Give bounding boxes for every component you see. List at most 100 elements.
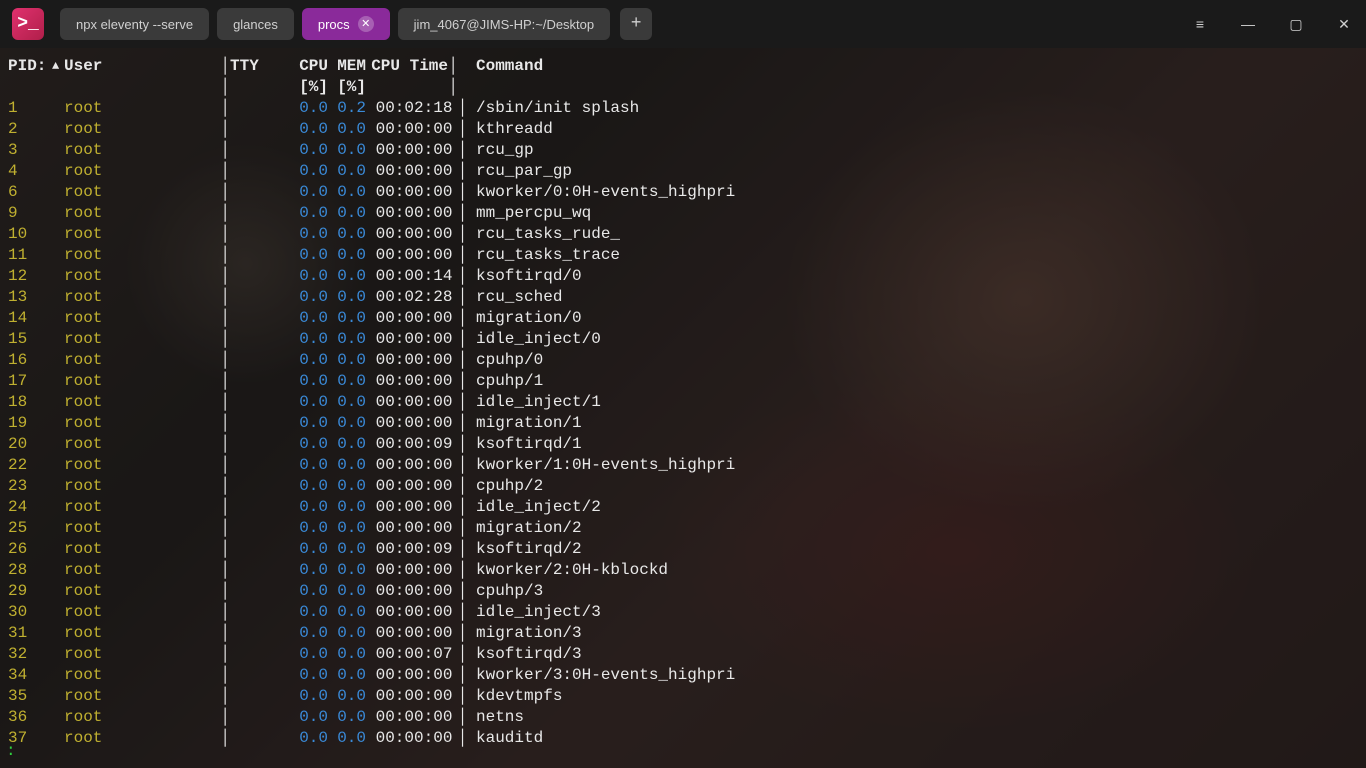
cell-command: /sbin/init splash	[458, 98, 639, 119]
cell-cputime: 00:00:14	[366, 266, 448, 287]
close-button[interactable]: ✕	[1334, 16, 1354, 33]
table-row[interactable]: 2root│0.00.0 00:00:00 │kthreadd	[4, 119, 1362, 140]
table-row[interactable]: 1root│0.00.2 00:02:18 │/sbin/init splash	[4, 98, 1362, 119]
cell-command: kthreadd	[458, 119, 553, 140]
column-separator: │	[220, 77, 230, 98]
column-separator: │	[220, 224, 230, 245]
table-row[interactable]: 4root│0.00.0 00:00:00 │rcu_par_gp	[4, 161, 1362, 182]
table-row[interactable]: 19root│0.00.0 00:00:00 │migration/1	[4, 413, 1362, 434]
table-row[interactable]: 29root│0.00.0 00:00:00 │cpuhp/3	[4, 581, 1362, 602]
column-separator: │	[448, 707, 458, 728]
cell-mem: 0.0	[328, 728, 366, 749]
cell-mem: 0.0	[328, 560, 366, 581]
table-row[interactable]: 18root│0.00.0 00:00:00 │idle_inject/1	[4, 392, 1362, 413]
cell-pid: 20	[4, 434, 52, 455]
cell-cpu: 0.0	[290, 413, 328, 434]
table-row[interactable]: 24root│0.00.0 00:00:00 │idle_inject/2	[4, 497, 1362, 518]
table-row[interactable]: 31root│0.00.0 00:00:00 │migration/3	[4, 623, 1362, 644]
cell-cputime: 00:00:00	[366, 581, 448, 602]
header-pid[interactable]: PID:	[4, 56, 52, 77]
cell-user: root	[64, 98, 220, 119]
table-row[interactable]: 3root│0.00.0 00:00:00 │rcu_gp	[4, 140, 1362, 161]
pager-prompt[interactable]: :	[6, 741, 16, 762]
cell-cputime: 00:00:00	[366, 707, 448, 728]
maximize-button[interactable]: ▢	[1286, 16, 1306, 33]
column-separator: │	[220, 287, 230, 308]
terminal-viewport[interactable]: PID:▲User│TTYCPUMEMCPU Time│Command │[%]…	[0, 48, 1366, 768]
cell-user: root	[64, 413, 220, 434]
column-separator: │	[220, 707, 230, 728]
column-separator: │	[448, 686, 458, 707]
cell-mem: 0.0	[328, 686, 366, 707]
table-row[interactable]: 9root│0.00.0 00:00:00 │mm_percpu_wq	[4, 203, 1362, 224]
cell-pid: 35	[4, 686, 52, 707]
table-row[interactable]: 15root│0.00.0 00:00:00 │idle_inject/0	[4, 329, 1362, 350]
cell-tty	[230, 497, 290, 518]
app-icon[interactable]: >_	[12, 8, 44, 40]
table-row[interactable]: 14root│0.00.0 00:00:00 │migration/0	[4, 308, 1362, 329]
cell-cpu: 0.0	[290, 707, 328, 728]
cell-pid: 26	[4, 539, 52, 560]
table-row[interactable]: 17root│0.00.0 00:00:00 │cpuhp/1	[4, 371, 1362, 392]
table-row[interactable]: 20root│0.00.0 00:00:09 │ksoftirqd/1	[4, 434, 1362, 455]
cell-pid: 30	[4, 602, 52, 623]
table-row[interactable]: 6root│0.00.0 00:00:00 │kworker/0:0H-even…	[4, 182, 1362, 203]
header-cputime[interactable]: CPU Time	[366, 56, 448, 77]
cell-cputime: 00:02:18	[366, 98, 448, 119]
column-separator: │	[220, 56, 230, 77]
header-mem[interactable]: MEM	[328, 56, 366, 77]
header-user[interactable]: User	[64, 56, 220, 77]
tab-npx-eleventy-serve[interactable]: npx eleventy --serve	[60, 8, 209, 40]
column-separator: │	[448, 203, 458, 224]
table-row[interactable]: 37root│0.00.0 00:00:00 │kauditd	[4, 728, 1362, 749]
table-row[interactable]: 16root│0.00.0 00:00:00 │cpuhp/0	[4, 350, 1362, 371]
sort-asc-icon[interactable]: ▲	[52, 56, 64, 77]
table-row[interactable]: 23root│0.00.0 00:00:00 │cpuhp/2	[4, 476, 1362, 497]
close-icon[interactable]: ✕	[358, 16, 374, 32]
column-separator: │	[220, 539, 230, 560]
table-row[interactable]: 32root│0.00.0 00:00:07 │ksoftirqd/3	[4, 644, 1362, 665]
hamburger-icon[interactable]: ≡	[1190, 16, 1210, 33]
column-separator: │	[448, 266, 458, 287]
table-row[interactable]: 10root│0.00.0 00:00:00 │rcu_tasks_rude_	[4, 224, 1362, 245]
cell-pid: 25	[4, 518, 52, 539]
table-row[interactable]: 34root│0.00.0 00:00:00 │kworker/3:0H-eve…	[4, 665, 1362, 686]
header-command[interactable]: Command	[458, 56, 543, 77]
cell-tty	[230, 308, 290, 329]
tab-procs[interactable]: procs✕	[302, 8, 390, 40]
table-row[interactable]: 22root│0.00.0 00:00:00 │kworker/1:0H-eve…	[4, 455, 1362, 476]
cell-command: kauditd	[458, 728, 543, 749]
header-tty[interactable]: TTY	[230, 56, 290, 77]
column-separator: │	[448, 539, 458, 560]
table-row[interactable]: 30root│0.00.0 00:00:00 │idle_inject/3	[4, 602, 1362, 623]
cell-mem: 0.0	[328, 329, 366, 350]
column-separator: │	[448, 350, 458, 371]
cell-user: root	[64, 434, 220, 455]
table-row[interactable]: 35root│0.00.0 00:00:00 │kdevtmpfs	[4, 686, 1362, 707]
cell-tty	[230, 518, 290, 539]
cell-mem: 0.0	[328, 182, 366, 203]
table-row[interactable]: 13root│0.00.0 00:02:28 │rcu_sched	[4, 287, 1362, 308]
cell-cpu: 0.0	[290, 287, 328, 308]
table-row[interactable]: 12root│0.00.0 00:00:14 │ksoftirqd/0	[4, 266, 1362, 287]
column-separator: │	[220, 728, 230, 749]
column-separator: │	[448, 476, 458, 497]
tab-glances[interactable]: glances	[217, 8, 294, 40]
cell-pid: 23	[4, 476, 52, 497]
cell-command: rcu_tasks_rude_	[458, 224, 620, 245]
header-cpu[interactable]: CPU	[290, 56, 328, 77]
table-row[interactable]: 28root│0.00.0 00:00:00 │kworker/2:0H-kbl…	[4, 560, 1362, 581]
column-separator: │	[220, 686, 230, 707]
column-separator: │	[448, 455, 458, 476]
column-separator: │	[220, 266, 230, 287]
table-row[interactable]: 36root│0.00.0 00:00:00 │netns	[4, 707, 1362, 728]
cell-cpu: 0.0	[290, 476, 328, 497]
new-tab-button[interactable]: +	[620, 8, 652, 40]
table-row[interactable]: 26root│0.00.0 00:00:09 │ksoftirqd/2	[4, 539, 1362, 560]
table-row[interactable]: 25root│0.00.0 00:00:00 │migration/2	[4, 518, 1362, 539]
tab-jim-4067-jims-hp-desktop[interactable]: jim_4067@JIMS-HP:~/Desktop	[398, 8, 610, 40]
column-separator: │	[448, 140, 458, 161]
cell-cpu: 0.0	[290, 665, 328, 686]
table-row[interactable]: 11root│0.00.0 00:00:00 │rcu_tasks_trace	[4, 245, 1362, 266]
minimize-button[interactable]: —	[1238, 16, 1258, 33]
